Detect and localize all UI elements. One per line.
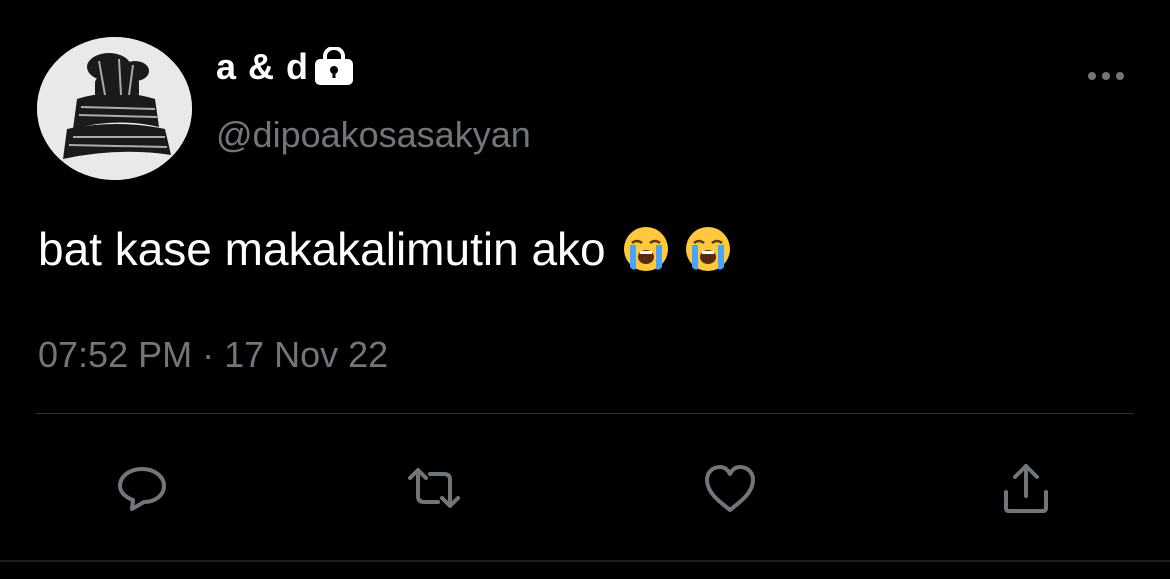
share-button[interactable] (996, 458, 1056, 518)
tweet-date[interactable]: 17 Nov 22 (224, 334, 388, 375)
reply-icon (118, 467, 166, 511)
share-icon (1004, 464, 1048, 513)
retweet-button[interactable] (404, 458, 464, 518)
tweet-text: bat kase makakalimutin ako (38, 222, 732, 276)
tweet-timestamp: 07:52 PM · 17 Nov 22 (38, 334, 388, 376)
heart-icon (705, 465, 755, 512)
tweet-card: a & d @dipoakosasakyan bat kase makakali… (0, 0, 1170, 579)
like-button[interactable] (700, 458, 760, 518)
timestamp-separator: · (192, 334, 225, 375)
retweet-icon (408, 468, 460, 508)
avatar[interactable] (37, 37, 192, 180)
user-handle[interactable]: @dipoakosasakyan (216, 114, 531, 156)
avatar-image (37, 37, 192, 180)
display-name[interactable]: a & d (216, 46, 355, 88)
display-name-text: a & d (216, 46, 310, 87)
divider (36, 413, 1134, 414)
loudly-crying-face-icon (684, 225, 732, 273)
bottom-divider (0, 560, 1170, 562)
more-horizontal-icon[interactable] (1086, 66, 1126, 86)
reply-button[interactable] (112, 458, 172, 518)
tweet-time[interactable]: 07:52 PM (38, 334, 192, 375)
tweet-text-content: bat kase makakalimutin ako (38, 223, 606, 275)
loudly-crying-face-icon (622, 225, 670, 273)
lock-icon (313, 47, 355, 87)
